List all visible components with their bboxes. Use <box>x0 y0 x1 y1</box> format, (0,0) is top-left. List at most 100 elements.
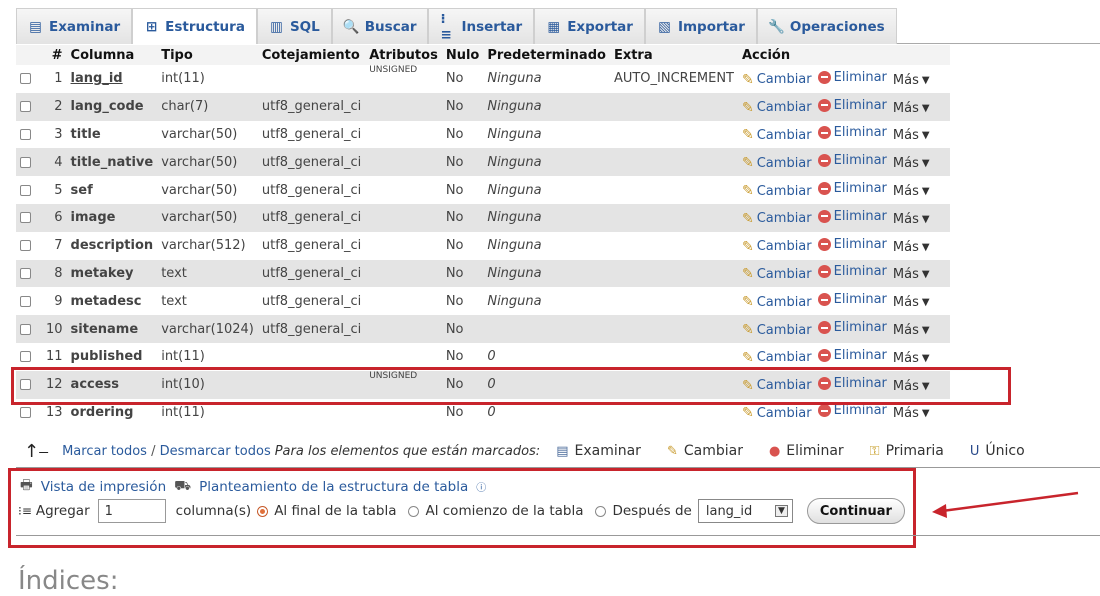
row-checkbox[interactable] <box>20 212 31 224</box>
check-all-link[interactable]: Marcar todos <box>62 444 147 459</box>
continue-button[interactable]: Continuar <box>806 498 905 524</box>
import-icon: ▧ <box>658 18 671 35</box>
change-button[interactable]: ✎ Cambiar <box>742 239 812 255</box>
column-name[interactable]: sitename <box>66 315 158 343</box>
delete-button[interactable]: Eliminar <box>817 348 887 363</box>
delete-button[interactable]: Eliminar <box>817 125 887 140</box>
more-dropdown[interactable]: Más ▼ <box>893 323 930 338</box>
more-dropdown[interactable]: Más ▼ <box>893 128 930 143</box>
row-select-cell[interactable] <box>16 315 42 343</box>
change-button[interactable]: ✎ Cambiar <box>742 350 812 366</box>
more-dropdown[interactable]: Más ▼ <box>893 73 930 88</box>
column-count-input[interactable]: 1 <box>97 499 166 523</box>
row-checkbox[interactable] <box>20 156 31 168</box>
column-name[interactable]: description <box>66 231 158 260</box>
row-select-cell[interactable] <box>16 231 42 260</box>
row-checkbox[interactable] <box>20 351 31 363</box>
bulk-cambiar-button[interactable]: ✎ Cambiar <box>667 443 743 459</box>
tab-sql[interactable]: ▥ SQL <box>256 8 332 44</box>
column-name[interactable]: title <box>66 120 158 149</box>
delete-button[interactable]: Eliminar <box>817 181 887 196</box>
uncheck-all-link[interactable]: Desmarcar todos <box>160 444 271 459</box>
bulk-único-button[interactable]: U Único <box>970 443 1025 459</box>
row-select-cell[interactable] <box>16 92 42 121</box>
more-dropdown[interactable]: Más ▼ <box>893 156 930 171</box>
tab-buscar[interactable]: 🔍 Buscar <box>331 8 429 44</box>
caret-down-icon: ▼ <box>921 213 930 225</box>
row-checkbox[interactable] <box>20 323 31 335</box>
change-button[interactable]: ✎ Cambiar <box>742 294 812 310</box>
delete-label: Eliminar <box>833 264 887 280</box>
delete-button[interactable]: Eliminar <box>817 320 887 335</box>
delete-button[interactable]: Eliminar <box>817 98 887 113</box>
row-checkbox[interactable] <box>20 73 31 85</box>
column-name[interactable]: metadesc <box>66 287 158 316</box>
row-checkbox[interactable] <box>20 295 31 307</box>
tab-insertar[interactable]: ⁝≡ Insertar <box>428 8 535 44</box>
tab-importar[interactable]: ▧ Importar <box>644 8 757 44</box>
more-dropdown[interactable]: Más ▼ <box>893 240 930 255</box>
change-button[interactable]: ✎ Cambiar <box>742 72 812 88</box>
tab-examinar[interactable]: ▤ Examinar <box>16 8 133 44</box>
row-select-cell[interactable] <box>16 259 42 288</box>
print-view-link[interactable]: Vista de impresión <box>41 479 166 495</box>
delete-icon <box>817 348 831 362</box>
radio-after[interactable] <box>595 505 607 517</box>
row-checkbox[interactable] <box>20 184 31 196</box>
delete-icon <box>817 98 831 112</box>
row-checkbox[interactable] <box>20 101 31 113</box>
row-select-cell[interactable] <box>16 148 42 177</box>
column-collation: utf8_general_ci <box>257 259 366 288</box>
change-button[interactable]: ✎ Cambiar <box>742 405 812 421</box>
propose-structure-link[interactable]: Planteamiento de la estructura de tabla <box>199 479 468 495</box>
delete-button[interactable]: Eliminar <box>817 403 887 418</box>
change-button[interactable]: ✎ Cambiar <box>742 127 812 143</box>
row-select-cell[interactable] <box>16 120 42 149</box>
delete-button[interactable]: Eliminar <box>817 153 887 168</box>
row-select-cell[interactable] <box>16 203 42 232</box>
change-button[interactable]: ✎ Cambiar <box>742 100 812 116</box>
column-name[interactable]: sef <box>66 176 158 204</box>
delete-icon <box>817 126 831 140</box>
row-select-cell[interactable] <box>16 176 42 204</box>
row-checkbox[interactable] <box>20 128 31 140</box>
change-button[interactable]: ✎ Cambiar <box>742 183 812 199</box>
tab-exportar[interactable]: ▦ Exportar <box>534 8 645 44</box>
more-dropdown[interactable]: Más ▼ <box>893 184 930 199</box>
row-select-cell[interactable] <box>16 287 42 316</box>
column-name[interactable]: lang_id <box>66 65 158 93</box>
more-dropdown[interactable]: Más ▼ <box>893 406 930 421</box>
more-dropdown[interactable]: Más ▼ <box>893 295 930 310</box>
column-name[interactable]: metakey <box>66 259 158 288</box>
column-name[interactable]: lang_code <box>66 92 158 121</box>
column-name[interactable]: image <box>66 203 158 232</box>
row-select-cell[interactable] <box>16 65 42 93</box>
browse-icon: ▤ <box>29 18 42 35</box>
delete-button[interactable]: Eliminar <box>817 292 887 307</box>
row-checkbox[interactable] <box>20 240 31 252</box>
bulk-primaria-button[interactable]: ⚿ Primaria <box>870 443 944 459</box>
tab-operaciones[interactable]: 🔧 Operaciones <box>756 8 897 44</box>
more-dropdown[interactable]: Más ▼ <box>893 101 930 116</box>
change-button[interactable]: ✎ Cambiar <box>742 155 812 171</box>
change-button[interactable]: ✎ Cambiar <box>742 322 812 338</box>
radio-at-end[interactable] <box>257 505 269 517</box>
radio-at-start[interactable] <box>408 505 420 517</box>
delete-button[interactable]: Eliminar <box>817 209 887 224</box>
bulk-eliminar-button[interactable]: ● Eliminar <box>769 443 844 459</box>
row-checkbox[interactable] <box>20 267 31 279</box>
delete-button[interactable]: Eliminar <box>817 70 887 85</box>
help-icon[interactable]: ⓘ <box>476 479 486 494</box>
more-dropdown[interactable]: Más ▼ <box>893 267 930 282</box>
bulk-examinar-button[interactable]: ▤ Examinar <box>556 443 641 459</box>
tab-estructura[interactable]: ⊞ Estructura <box>132 8 257 44</box>
more-dropdown[interactable]: Más ▼ <box>893 212 930 227</box>
row-checkbox[interactable] <box>20 406 31 418</box>
delete-button[interactable]: Eliminar <box>817 264 887 280</box>
after-column-select[interactable]: lang_id ▼ <box>697 499 793 523</box>
change-button[interactable]: ✎ Cambiar <box>742 211 812 227</box>
column-name[interactable]: title_native <box>66 148 158 177</box>
change-button[interactable]: ✎ Cambiar <box>742 266 812 282</box>
delete-button[interactable]: Eliminar <box>817 237 887 252</box>
more-dropdown[interactable]: Más ▼ <box>893 351 930 366</box>
